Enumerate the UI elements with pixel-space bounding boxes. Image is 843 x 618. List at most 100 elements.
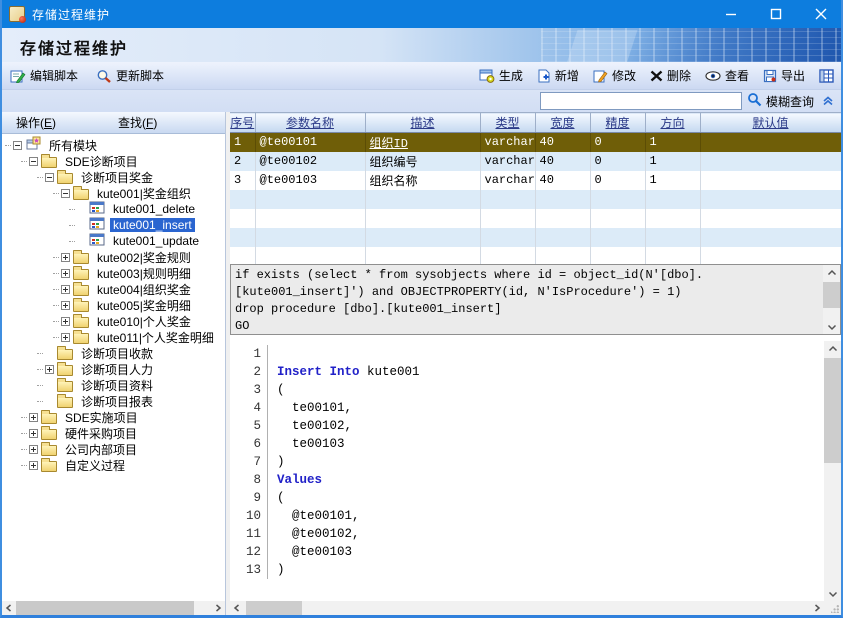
tree-item-kute011-[interactable]: kute011|个人奖金明细: [2, 329, 225, 345]
delete-button[interactable]: 删除: [648, 65, 693, 86]
maximize-button[interactable]: [753, 0, 798, 28]
script-vertical-scrollbar[interactable]: [823, 265, 840, 334]
script-line: [kute001_insert]') and OBJECTPROPERTY(id…: [235, 284, 818, 301]
table-row[interactable]: 2@te00102组织编号varchar4001: [230, 152, 841, 171]
tree-item-sde-[interactable]: SDE诊断项目: [2, 153, 225, 169]
scroll-down-icon[interactable]: [824, 586, 841, 601]
table-empty-row[interactable]: [230, 247, 841, 266]
scroll-up-icon[interactable]: [823, 265, 840, 280]
scroll-up-icon[interactable]: [824, 341, 841, 356]
collapse-icon[interactable]: [45, 173, 54, 182]
tree-item--[interactable]: 自定义过程: [2, 457, 225, 473]
table-empty-row[interactable]: [230, 209, 841, 228]
code-horizontal-scrollbar[interactable]: [230, 601, 824, 615]
table-row[interactable]: 1@te00101组织IDvarchar4001: [230, 133, 841, 152]
tree-item-kute001_insert[interactable]: kute001_insert: [2, 217, 225, 233]
tree-item--[interactable]: 硬件采购项目: [2, 425, 225, 441]
table-cell: [365, 209, 480, 228]
scrollbar-thumb[interactable]: [246, 601, 302, 615]
expand-icon[interactable]: [61, 333, 70, 342]
folder-icon: [73, 253, 89, 264]
tree-item--[interactable]: 诊断项目奖金: [2, 169, 225, 185]
column-options-button[interactable]: [817, 67, 836, 85]
window-titlebar[interactable]: 存储过程维护: [0, 0, 843, 28]
expand-icon[interactable]: [61, 301, 70, 310]
code-text: 1 2Insert Into kute0013(4 te00101,5 te00…: [230, 345, 824, 579]
generate-button[interactable]: 生成: [477, 65, 525, 86]
tree-item-kute001_update[interactable]: kute001_update: [2, 233, 225, 249]
table-empty-row[interactable]: [230, 228, 841, 247]
table-row[interactable]: 3@te00103组织名称varchar4001: [230, 171, 841, 190]
scroll-down-icon[interactable]: [823, 319, 840, 334]
view-button[interactable]: 查看: [703, 65, 751, 86]
tree-item-kute001-[interactable]: kute001|奖金组织: [2, 185, 225, 201]
close-button[interactable]: [798, 0, 843, 28]
tree-item-label: kute001_insert: [110, 218, 195, 232]
expand-icon[interactable]: [61, 253, 70, 262]
tree-item-kute005-[interactable]: kute005|奖金明细: [2, 297, 225, 313]
column-header-0[interactable]: 序号: [230, 113, 255, 133]
resize-grip[interactable]: [824, 601, 841, 615]
minimize-button[interactable]: [708, 0, 753, 28]
tree-item--[interactable]: 诊断项目收款: [2, 345, 225, 361]
menu-item-f[interactable]: 查找(F): [104, 114, 171, 131]
scroll-right-icon[interactable]: [810, 601, 824, 615]
tree-item--[interactable]: 诊断项目资料: [2, 377, 225, 393]
fuzzy-search-button[interactable]: 模糊查询: [747, 92, 814, 110]
menu-item-e[interactable]: 操作(E): [2, 114, 70, 131]
table-empty-row[interactable]: [230, 190, 841, 209]
minimize-icon: [725, 8, 737, 20]
procedure-code-editor[interactable]: 1 2Insert Into kute0013(4 te00101,5 te00…: [230, 341, 841, 615]
column-header-5[interactable]: 精度: [590, 113, 645, 133]
expand-icon[interactable]: [29, 413, 38, 422]
column-header-4[interactable]: 宽度: [535, 113, 590, 133]
update-script-button[interactable]: 更新脚本: [94, 65, 166, 86]
tree-item--[interactable]: 诊断项目人力: [2, 361, 225, 377]
tree-item--[interactable]: 所有模块: [2, 137, 225, 153]
scroll-left-icon[interactable]: [2, 601, 16, 615]
edit-script-button[interactable]: 编辑脚本: [8, 65, 80, 86]
search-input[interactable]: [540, 92, 742, 110]
tree-item--[interactable]: 公司内部项目: [2, 441, 225, 457]
collapse-panel-button[interactable]: [819, 94, 837, 109]
collapse-icon[interactable]: [13, 141, 22, 150]
tree-item-sde-[interactable]: SDE实施项目: [2, 409, 225, 425]
scrollbar-thumb[interactable]: [823, 282, 840, 308]
expand-icon[interactable]: [61, 269, 70, 278]
column-header-6[interactable]: 方向: [645, 113, 700, 133]
scrollbar-thumb[interactable]: [824, 358, 841, 463]
add-button[interactable]: 新增: [535, 65, 581, 86]
expand-icon[interactable]: [29, 461, 38, 470]
drop-script-view[interactable]: if exists (select * from sysobjects wher…: [230, 264, 841, 335]
column-header-2[interactable]: 描述: [365, 113, 480, 133]
column-header-1[interactable]: 参数名称: [255, 113, 365, 133]
code-vertical-scrollbar[interactable]: [824, 341, 841, 601]
tree-item-kute002-[interactable]: kute002|奖金规则: [2, 249, 225, 265]
scroll-right-icon[interactable]: [211, 601, 225, 615]
tree-item-kute010-[interactable]: kute010|个人奖金: [2, 313, 225, 329]
column-header-7[interactable]: 默认值: [700, 113, 841, 133]
modify-button[interactable]: 修改: [591, 65, 638, 86]
collapse-icon[interactable]: [61, 189, 70, 198]
tree-item-label: kute004|组织奖金: [94, 281, 194, 298]
tree-item-label: kute001_delete: [110, 202, 198, 216]
generate-icon: [479, 69, 495, 83]
scroll-left-icon[interactable]: [230, 601, 244, 615]
export-button[interactable]: 导出: [761, 65, 807, 86]
column-header-3[interactable]: 类型: [480, 113, 535, 133]
drop-script-text: if exists (select * from sysobjects wher…: [235, 267, 818, 335]
tree-item-kute003-[interactable]: kute003|规则明细: [2, 265, 225, 281]
code-line: 12 @te00103: [230, 543, 824, 561]
code-line: 10 @te00101,: [230, 507, 824, 525]
tree-horizontal-scrollbar[interactable]: [2, 601, 225, 615]
scrollbar-thumb[interactable]: [16, 601, 194, 615]
expand-icon[interactable]: [29, 429, 38, 438]
expand-icon[interactable]: [61, 317, 70, 326]
expand-icon[interactable]: [61, 285, 70, 294]
expand-icon[interactable]: [45, 365, 54, 374]
tree-item-kute001_delete[interactable]: kute001_delete: [2, 201, 225, 217]
collapse-icon[interactable]: [29, 157, 38, 166]
tree-item-kute004-[interactable]: kute004|组织奖金: [2, 281, 225, 297]
tree-item--[interactable]: 诊断项目报表: [2, 393, 225, 409]
expand-icon[interactable]: [29, 445, 38, 454]
